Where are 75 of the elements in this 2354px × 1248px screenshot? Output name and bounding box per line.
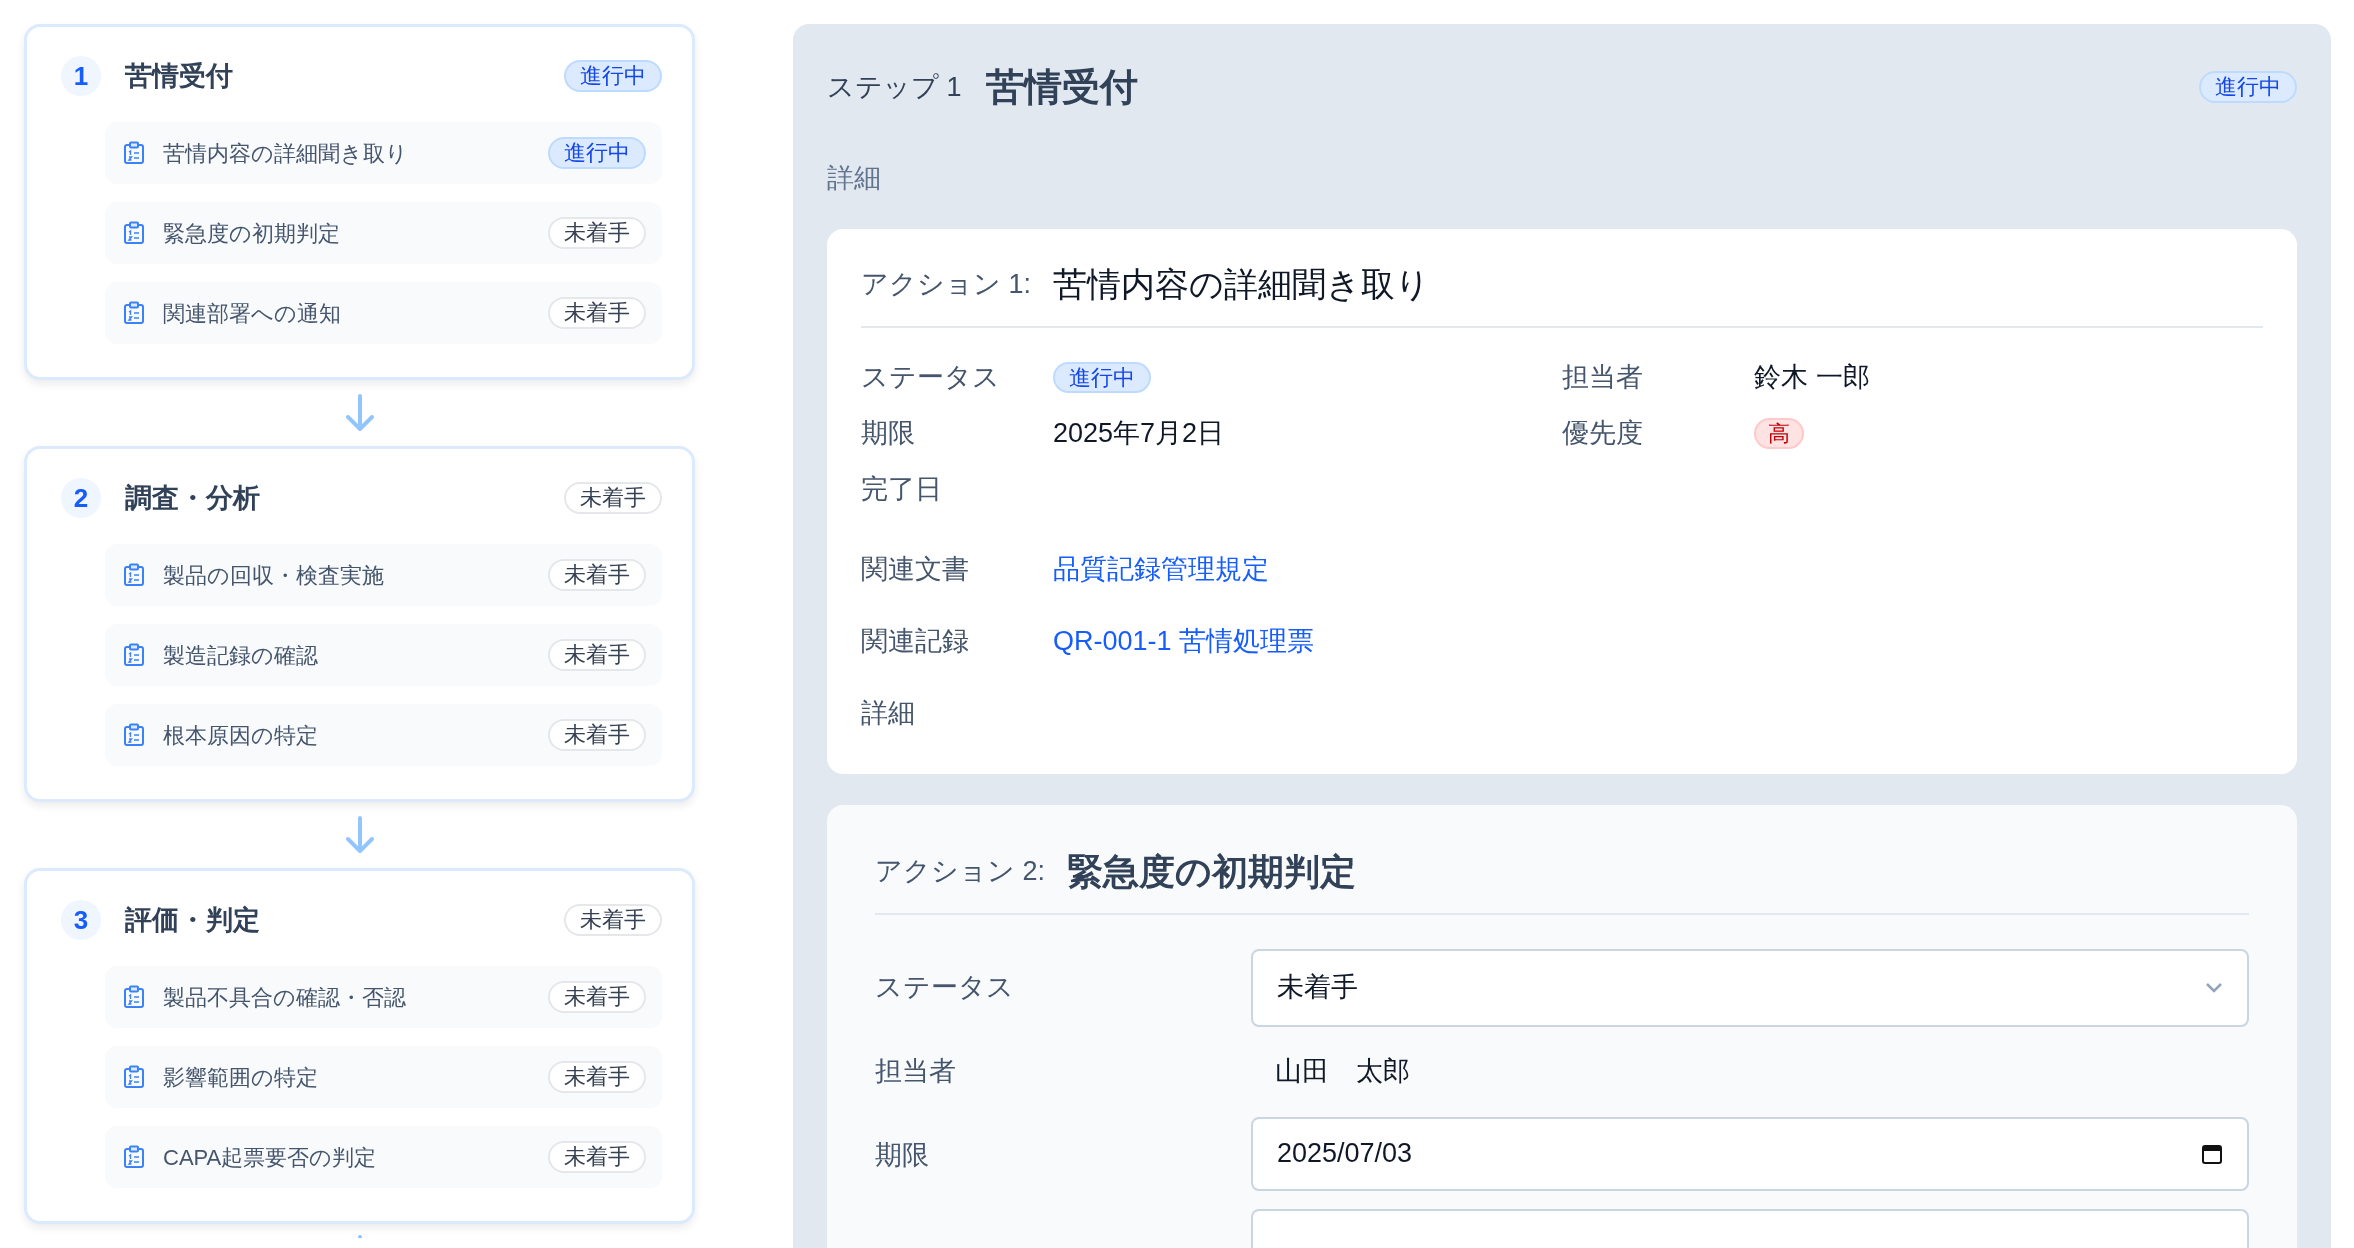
step-title: 苦情受付 [125, 59, 234, 93]
clipboard-list-icon [123, 1065, 145, 1089]
document-link[interactable]: 品質記録管理規定 [1053, 549, 1269, 590]
status-badge: 進行中 [1053, 361, 1151, 394]
status-badge: 未着手 [548, 217, 646, 249]
action-item[interactable]: 製品不具合の確認・否認 未着手 [105, 966, 662, 1028]
step-number: 1 [61, 56, 101, 96]
step-title: 調査・分析 [125, 481, 261, 515]
action-item[interactable]: 苦情内容の詳細聞き取り 進行中 [105, 122, 662, 184]
clipboard-list-icon [123, 1145, 145, 1169]
field-label: 完了日 [861, 473, 943, 507]
clipboard-list-icon [123, 301, 145, 325]
clipboard-list-icon [123, 563, 145, 587]
field-label: 関連文書 [861, 553, 970, 587]
status-select[interactable]: 未着手 [1251, 948, 2249, 1027]
action-title: 関連部署への通知 [163, 299, 342, 328]
action-item[interactable]: 製品の回収・検査実施 未着手 [105, 544, 662, 606]
clipboard-list-icon [123, 643, 145, 667]
assignee-value: 山田 太郎 [1274, 1055, 1411, 1089]
step-heading: 苦情受付 [985, 64, 1139, 110]
action-heading: 緊急度の初期判定 [1067, 849, 1357, 894]
clipboard-list-icon [123, 221, 145, 245]
status-badge: 未着手 [564, 482, 662, 514]
field-label: 担当者 [1562, 361, 1644, 395]
field-label: 期限 [861, 417, 916, 451]
field-label: 優先度 [1562, 417, 1644, 451]
calendar-icon [2201, 1142, 2223, 1165]
action-item[interactable]: 関連部署への通知 未着手 [105, 282, 662, 344]
action-title: 根本原因の特定 [163, 721, 319, 750]
field-label: 関連記録 [861, 625, 970, 659]
status-badge: 未着手 [564, 904, 662, 936]
priority-badge: 高 [1754, 417, 1804, 450]
chevron-down-icon [2205, 981, 2223, 994]
field-value: 鈴木 一郎 [1754, 361, 1870, 395]
action-item[interactable]: CAPA起票要否の判定 未着手 [105, 1126, 662, 1188]
section-label: 詳細 [827, 162, 882, 195]
step-number: 2 [61, 478, 101, 518]
action-title: 製品不具合の確認・否認 [163, 983, 407, 1012]
clipboard-list-icon [123, 141, 145, 165]
status-badge: 未着手 [548, 981, 646, 1013]
action-title: 苦情内容の詳細聞き取り [163, 139, 409, 168]
action-item[interactable]: 影響範囲の特定 未着手 [105, 1046, 662, 1108]
step-title: 評価・判定 [125, 903, 261, 937]
field-value: 2025年7月2日 [1053, 417, 1225, 451]
status-badge: 未着手 [548, 1141, 646, 1173]
form-label: 担当者 [875, 1055, 957, 1089]
clipboard-list-icon [123, 723, 145, 747]
status-badge: 進行中 [564, 60, 662, 92]
status-badge: 未着手 [548, 1061, 646, 1093]
status-badge: 未着手 [548, 719, 646, 751]
action-item[interactable]: 緊急度の初期判定 未着手 [105, 202, 662, 264]
action-title: 緊急度の初期判定 [163, 219, 341, 248]
action-heading: 苦情内容の詳細聞き取り [1053, 263, 1431, 305]
action-title: CAPA起票要否の判定 [163, 1143, 378, 1172]
document-link[interactable]: QR-001-1 苦情処理票 [1053, 621, 1315, 662]
clipboard-list-icon [123, 985, 145, 1009]
form-label: ステータス [875, 970, 1015, 1004]
status-badge: 進行中 [2199, 71, 2297, 103]
field-label: ステータス [861, 361, 1001, 395]
action-label: アクション 2: [875, 855, 1046, 889]
step-label: ステップ 1 [827, 70, 962, 104]
status-badge: 未着手 [548, 559, 646, 591]
action-title: 製造記録の確認 [163, 641, 319, 670]
status-badge: 進行中 [548, 137, 646, 169]
step-number: 3 [61, 900, 101, 940]
action-item[interactable]: 根本原因の特定 未着手 [105, 704, 662, 766]
action-title: 影響範囲の特定 [163, 1063, 319, 1092]
field-label: 詳細 [861, 697, 916, 731]
action-title: 製品の回収・検査実施 [163, 561, 385, 590]
action-item[interactable]: 製造記録の確認 未着手 [105, 624, 662, 686]
status-badge: 未着手 [548, 297, 646, 329]
form-label: 期限 [875, 1138, 930, 1172]
date-field[interactable]: 2025/07/03 [1251, 1116, 2249, 1191]
action-label: アクション 1: [861, 267, 1032, 301]
status-badge: 未着手 [548, 639, 646, 671]
